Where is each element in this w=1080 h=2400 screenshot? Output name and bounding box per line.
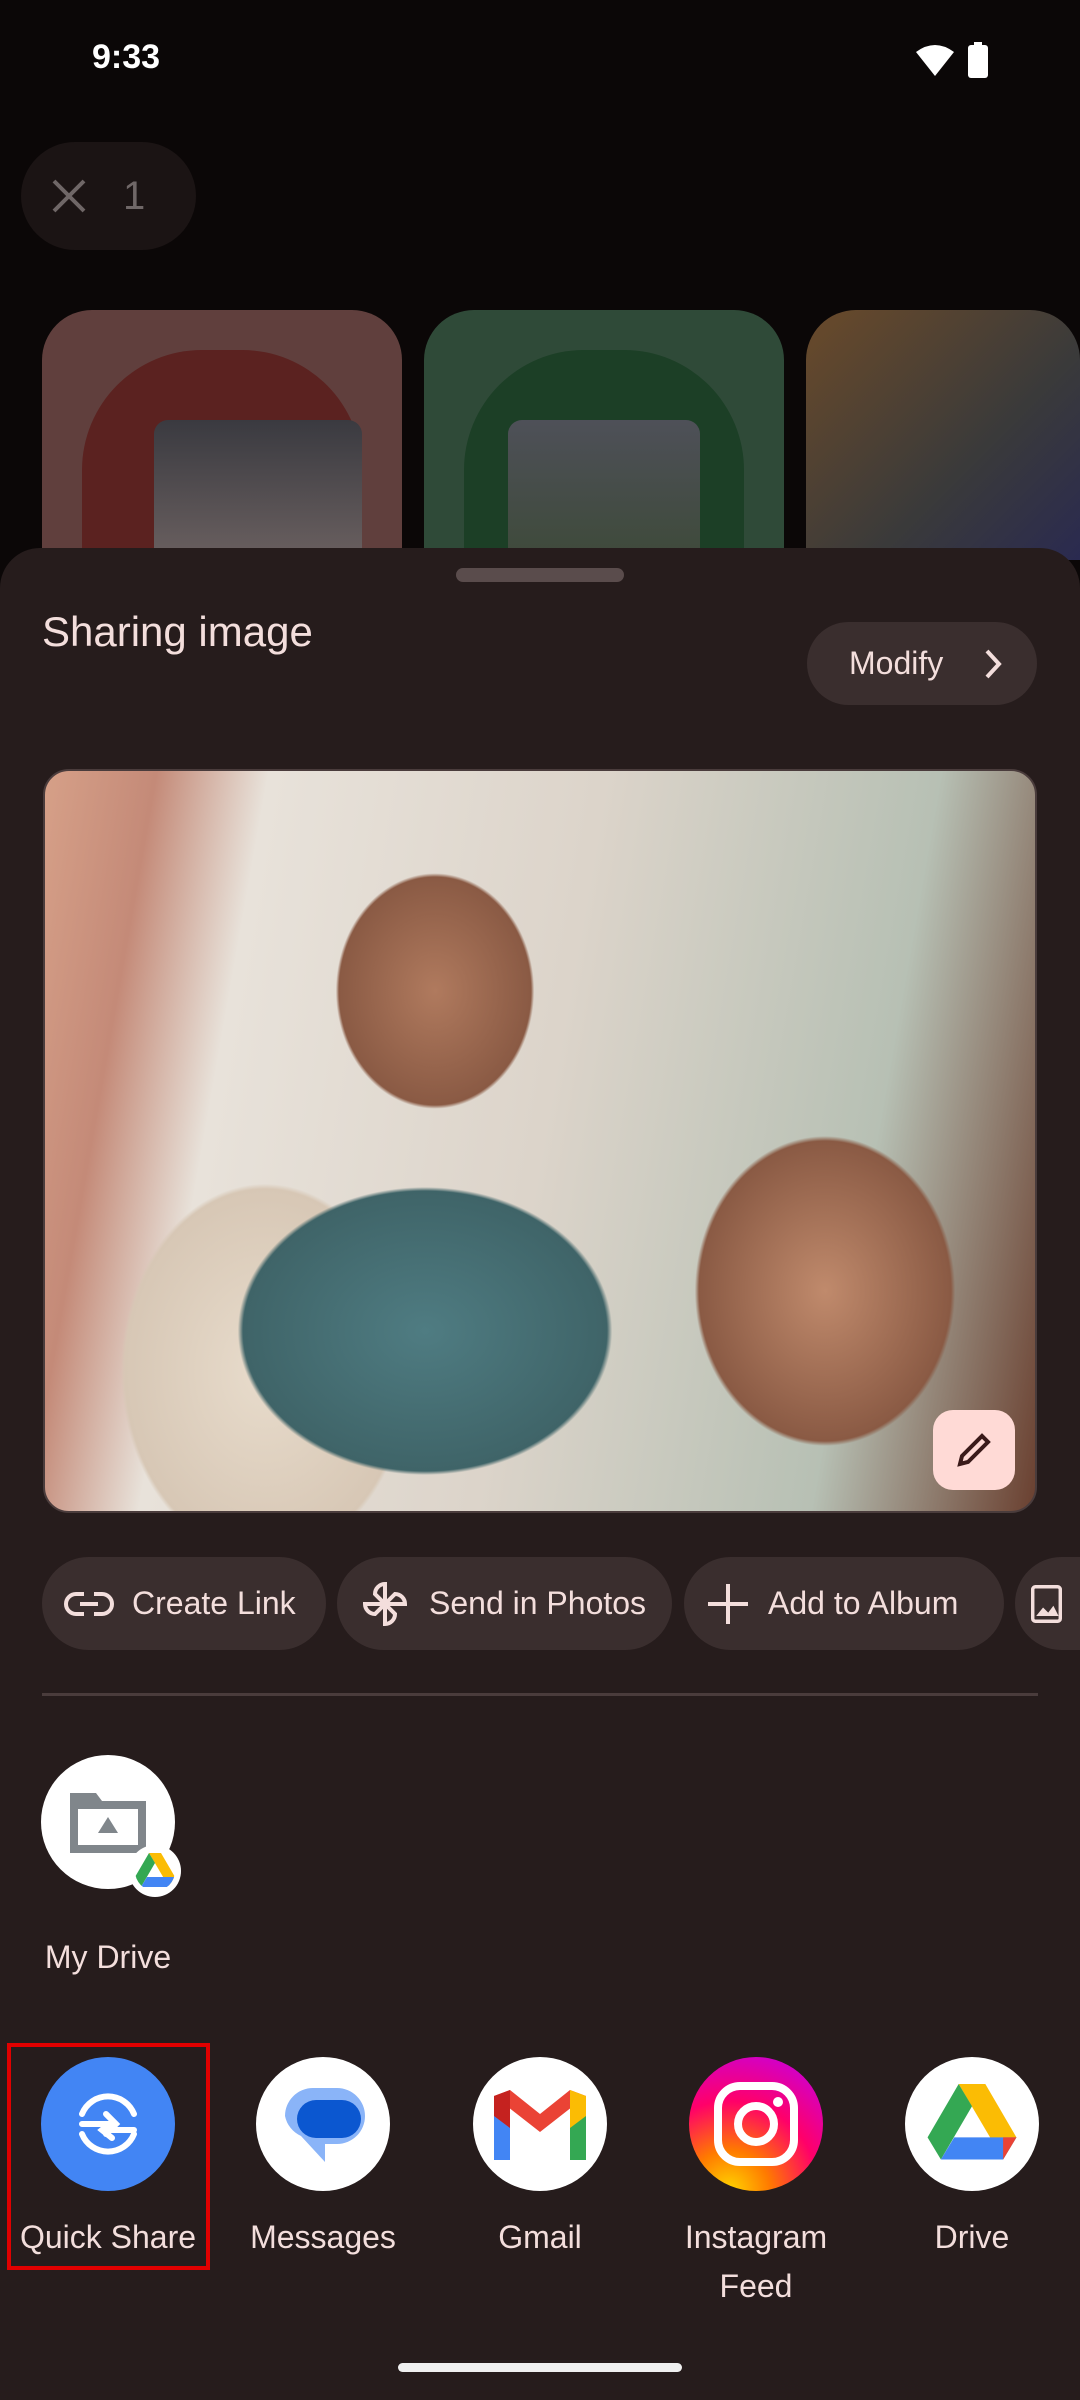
instagram-icon bbox=[714, 2082, 798, 2166]
add-to-album-chip[interactable]: Add to Album bbox=[684, 1557, 1004, 1650]
chip-label: Add to Album bbox=[768, 1585, 959, 1621]
app-label: Gmail bbox=[498, 2219, 582, 2255]
drive-folder-icon bbox=[70, 1793, 146, 1853]
google-drive-badge-icon bbox=[129, 1845, 181, 1897]
chip-label: Create Link bbox=[132, 1585, 296, 1621]
app-label: Messages bbox=[250, 2219, 396, 2255]
status-icons bbox=[916, 42, 988, 78]
status-time: 9:33 bbox=[92, 38, 161, 76]
wifi-icon bbox=[916, 45, 954, 76]
link-icon bbox=[64, 1591, 114, 1616]
drive-icon bbox=[927, 2084, 1017, 2160]
app-drive[interactable]: Drive bbox=[864, 2057, 1080, 2256]
selection-count: 1 bbox=[123, 173, 146, 218]
battery-icon bbox=[968, 42, 988, 78]
pencil-icon bbox=[957, 1433, 991, 1467]
direct-target-my-drive[interactable]: My Drive bbox=[0, 1755, 216, 1976]
modify-label: Modify bbox=[849, 645, 944, 681]
clear-selection-button[interactable]: 1 bbox=[21, 142, 196, 250]
pinwheel-icon bbox=[362, 1581, 408, 1626]
divider bbox=[42, 1693, 1038, 1696]
home-indicator[interactable] bbox=[398, 2363, 682, 2372]
plus-icon bbox=[708, 1583, 748, 1624]
chevron-right-icon bbox=[985, 649, 1002, 678]
app-gmail[interactable]: Gmail bbox=[432, 2057, 648, 2256]
photo-album-icon bbox=[1031, 1584, 1062, 1623]
drag-handle[interactable] bbox=[456, 568, 624, 582]
create-link-chip[interactable]: Create Link bbox=[42, 1557, 326, 1650]
memory-card-2[interactable] bbox=[424, 310, 784, 560]
close-icon bbox=[52, 179, 86, 213]
messages-icon bbox=[285, 2088, 365, 2162]
gmail-icon bbox=[494, 2090, 586, 2160]
memory-card-3[interactable] bbox=[806, 310, 1080, 560]
shared-image-preview bbox=[43, 769, 1037, 1513]
edit-button[interactable] bbox=[933, 1410, 1015, 1490]
target-label: My Drive bbox=[44, 1939, 172, 1975]
modify-button[interactable]: Modify bbox=[807, 622, 1037, 705]
sheet-title: Sharing image bbox=[42, 608, 313, 655]
app-messages[interactable]: Messages bbox=[215, 2057, 431, 2256]
app-label: Instagram bbox=[684, 2219, 828, 2255]
send-in-photos-chip[interactable]: Send in Photos bbox=[337, 1557, 672, 1650]
memory-card-1[interactable] bbox=[42, 310, 402, 560]
app-sublabel: Feed bbox=[719, 2268, 793, 2304]
app-instagram-feed[interactable]: Instagram Feed bbox=[648, 2057, 864, 2305]
app-label: Drive bbox=[934, 2219, 1010, 2255]
highlight-box bbox=[7, 2043, 210, 2270]
chip-label: Send in Photos bbox=[429, 1585, 647, 1621]
